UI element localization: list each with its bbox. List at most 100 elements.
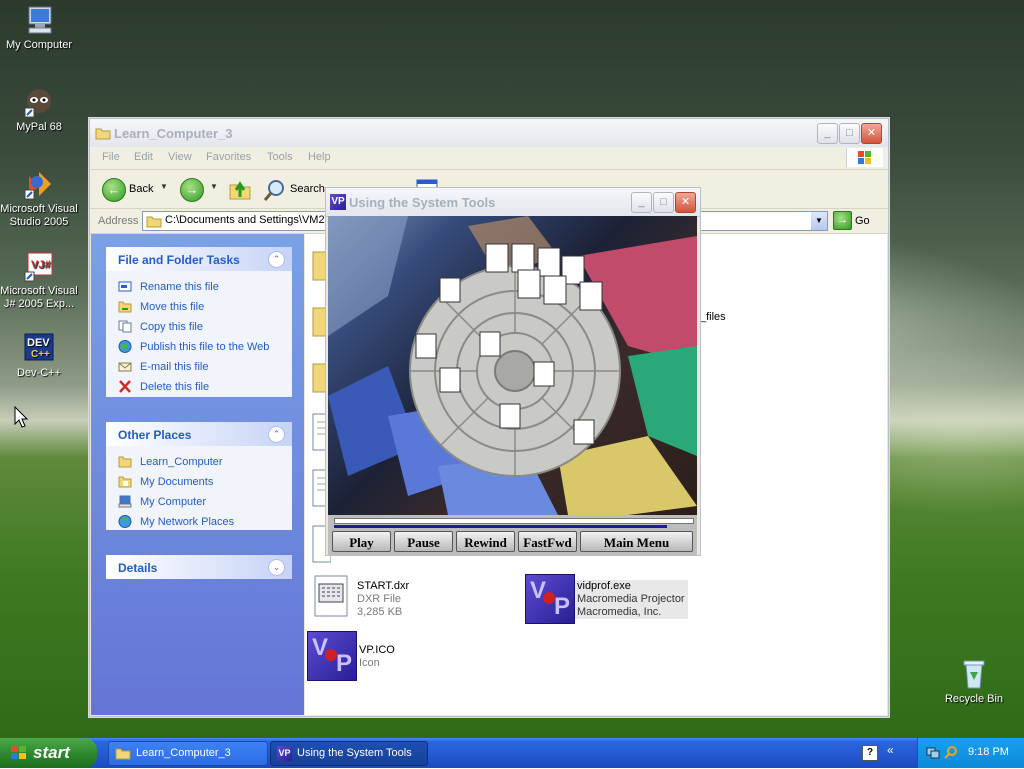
folder-icon — [118, 455, 132, 468]
task-label: Rename this file — [140, 281, 219, 293]
progress-track[interactable] — [334, 518, 694, 524]
maximize-button[interactable]: □ — [653, 192, 674, 213]
network-tray-icon[interactable] — [926, 745, 940, 762]
copy-icon — [118, 320, 132, 333]
up-folder-icon[interactable] — [228, 177, 252, 204]
menu-bar: File Edit View Favorites Tools Help — [90, 147, 888, 170]
file-item-start-dxr[interactable]: START.dxr DXR File 3,285 KB — [313, 574, 513, 624]
place-my-documents[interactable]: My Documents — [118, 476, 214, 488]
menu-favorites[interactable]: Favorites — [206, 151, 251, 163]
task-delete[interactable]: Delete this file — [119, 380, 210, 393]
menu-file[interactable]: File — [102, 151, 120, 163]
dropdown-arrow-icon[interactable]: ▼ — [210, 182, 218, 191]
desktop-icon-recycle-bin[interactable]: Recycle Bin — [932, 658, 1016, 706]
forward-arrow-icon[interactable]: → — [180, 178, 204, 202]
taskbar: start Learn_Computer_3 VP Using the Syst… — [0, 738, 1024, 768]
search-button-label[interactable]: Search — [290, 183, 325, 195]
desktop-icon-my-computer[interactable]: My Computer — [0, 4, 81, 52]
close-button[interactable]: ✕ — [861, 123, 882, 144]
file-item-files-folder[interactable]: _files — [700, 311, 726, 324]
panel-title: File and Folder Tasks — [118, 253, 240, 267]
maximize-button[interactable]: □ — [839, 123, 860, 144]
file-item-vidprof-exe[interactable]: VP vidprof.exe Macromedia Projector Macr… — [525, 574, 688, 624]
task-label: Delete this file — [140, 381, 210, 393]
minimize-button[interactable]: _ — [631, 192, 652, 213]
windows-logo-icon — [10, 745, 28, 766]
desktop-icon-dev-cpp[interactable]: DEV C++ Dev-C++ — [0, 332, 81, 380]
address-label: Address — [98, 215, 139, 227]
search-tray-icon[interactable] — [944, 745, 958, 762]
help-icon[interactable]: ? — [862, 745, 878, 761]
taskbar-task-player[interactable]: VP Using the System Tools — [270, 741, 428, 766]
close-button[interactable]: ✕ — [675, 192, 696, 213]
chevron-down-icon[interactable]: ⌄ — [268, 559, 285, 576]
computer-icon — [23, 4, 55, 36]
desktop-icon-visual-studio[interactable]: Microsoft Visual Studio 2005 — [0, 168, 81, 229]
task-copy[interactable]: Copy this file — [118, 320, 203, 333]
folder-icon — [115, 746, 131, 769]
minimize-button[interactable]: _ — [817, 123, 838, 144]
player-titlebar[interactable]: VP Using the System Tools _ □ ✕ — [326, 188, 700, 217]
place-my-network[interactable]: My Network Places — [118, 515, 234, 528]
task-publish[interactable]: Publish this file to the Web — [118, 340, 269, 353]
go-button[interactable]: Go — [855, 215, 870, 227]
file-name: vidprof.exe — [577, 580, 631, 592]
desktop-icon-label: MyPal 68 — [16, 121, 62, 133]
move-icon — [118, 300, 132, 313]
menu-view[interactable]: View — [168, 151, 192, 163]
desktop-icon-label: Microsoft Visual J# 2005 Exp... — [0, 285, 78, 310]
menu-help[interactable]: Help — [308, 151, 331, 163]
task-move[interactable]: Move this file — [118, 301, 205, 313]
details-header[interactable]: Details ⌄ — [106, 555, 292, 579]
animation-scene — [328, 216, 697, 515]
globe-icon — [118, 340, 132, 353]
taskbar-task-explorer[interactable]: Learn_Computer_3 — [108, 741, 268, 766]
file-name: _files — [700, 311, 726, 323]
file-item-vp-ico[interactable]: VP VP.ICO Icon — [307, 631, 507, 681]
chevron-up-icon[interactable]: ⌃ — [268, 426, 285, 443]
email-icon — [118, 360, 132, 373]
play-button[interactable]: Play — [332, 531, 391, 552]
desktop-icon-visual-jsharp[interactable]: VJ# Microsoft Visual J# 2005 Exp... — [0, 250, 81, 311]
place-learn-computer[interactable]: Learn_Computer — [118, 456, 223, 468]
start-button[interactable]: start — [0, 738, 97, 768]
system-tray: 9:18 PM — [917, 738, 1024, 768]
task-label: Move this file — [140, 301, 205, 313]
file-type: Icon — [359, 657, 380, 669]
task-email[interactable]: E-mail this file — [118, 361, 208, 373]
explorer-titlebar[interactable]: Learn_Computer_3 _ □ ✕ — [90, 119, 888, 148]
folder-icon — [146, 214, 162, 231]
task-rename[interactable]: Rename this file — [118, 281, 219, 293]
main-menu-button[interactable]: Main Menu — [580, 531, 693, 552]
svg-text:DEV: DEV — [27, 337, 50, 349]
player-window: VP Using the System Tools _ □ ✕ Play Pau… — [325, 187, 701, 556]
file-type: Macromedia Projector — [577, 593, 685, 605]
rewind-button[interactable]: Rewind — [456, 531, 515, 552]
task-label: Learn_Computer_3 — [136, 747, 231, 759]
other-places-header[interactable]: Other Places ⌃ — [106, 422, 292, 446]
pause-button[interactable]: Pause — [394, 531, 453, 552]
menu-edit[interactable]: Edit — [134, 151, 153, 163]
place-label: My Computer — [140, 496, 207, 508]
file-folder-tasks-header[interactable]: File and Folder Tasks ⌃ — [106, 247, 292, 271]
network-globe-icon — [118, 515, 132, 528]
back-arrow-icon[interactable]: ← — [102, 178, 126, 202]
search-icon[interactable] — [262, 178, 286, 205]
panel-title: Other Places — [118, 428, 192, 442]
window-title: Learn_Computer_3 — [114, 126, 233, 141]
back-button-label[interactable]: Back — [129, 183, 153, 195]
fastfwd-button[interactable]: FastFwd — [518, 531, 577, 552]
place-my-computer[interactable]: My Computer — [118, 495, 207, 508]
progress-fill — [334, 525, 667, 528]
menu-tools[interactable]: Tools — [267, 151, 293, 163]
clock[interactable]: 9:18 PM — [968, 746, 1009, 758]
address-dropdown-icon[interactable]: ▼ — [811, 212, 827, 230]
chevron-up-icon[interactable]: ⌃ — [268, 251, 285, 268]
chevron-left-icon[interactable]: « — [887, 743, 894, 757]
desktop-icon-mypal[interactable]: MyPal 68 — [0, 86, 81, 134]
other-places-panel: Other Places ⌃ Learn_Computer My Documen… — [106, 422, 292, 530]
place-label: My Documents — [140, 476, 214, 488]
visual-studio-icon — [23, 168, 55, 200]
dropdown-arrow-icon[interactable]: ▼ — [160, 182, 168, 191]
go-arrow-icon[interactable]: → — [833, 211, 852, 230]
